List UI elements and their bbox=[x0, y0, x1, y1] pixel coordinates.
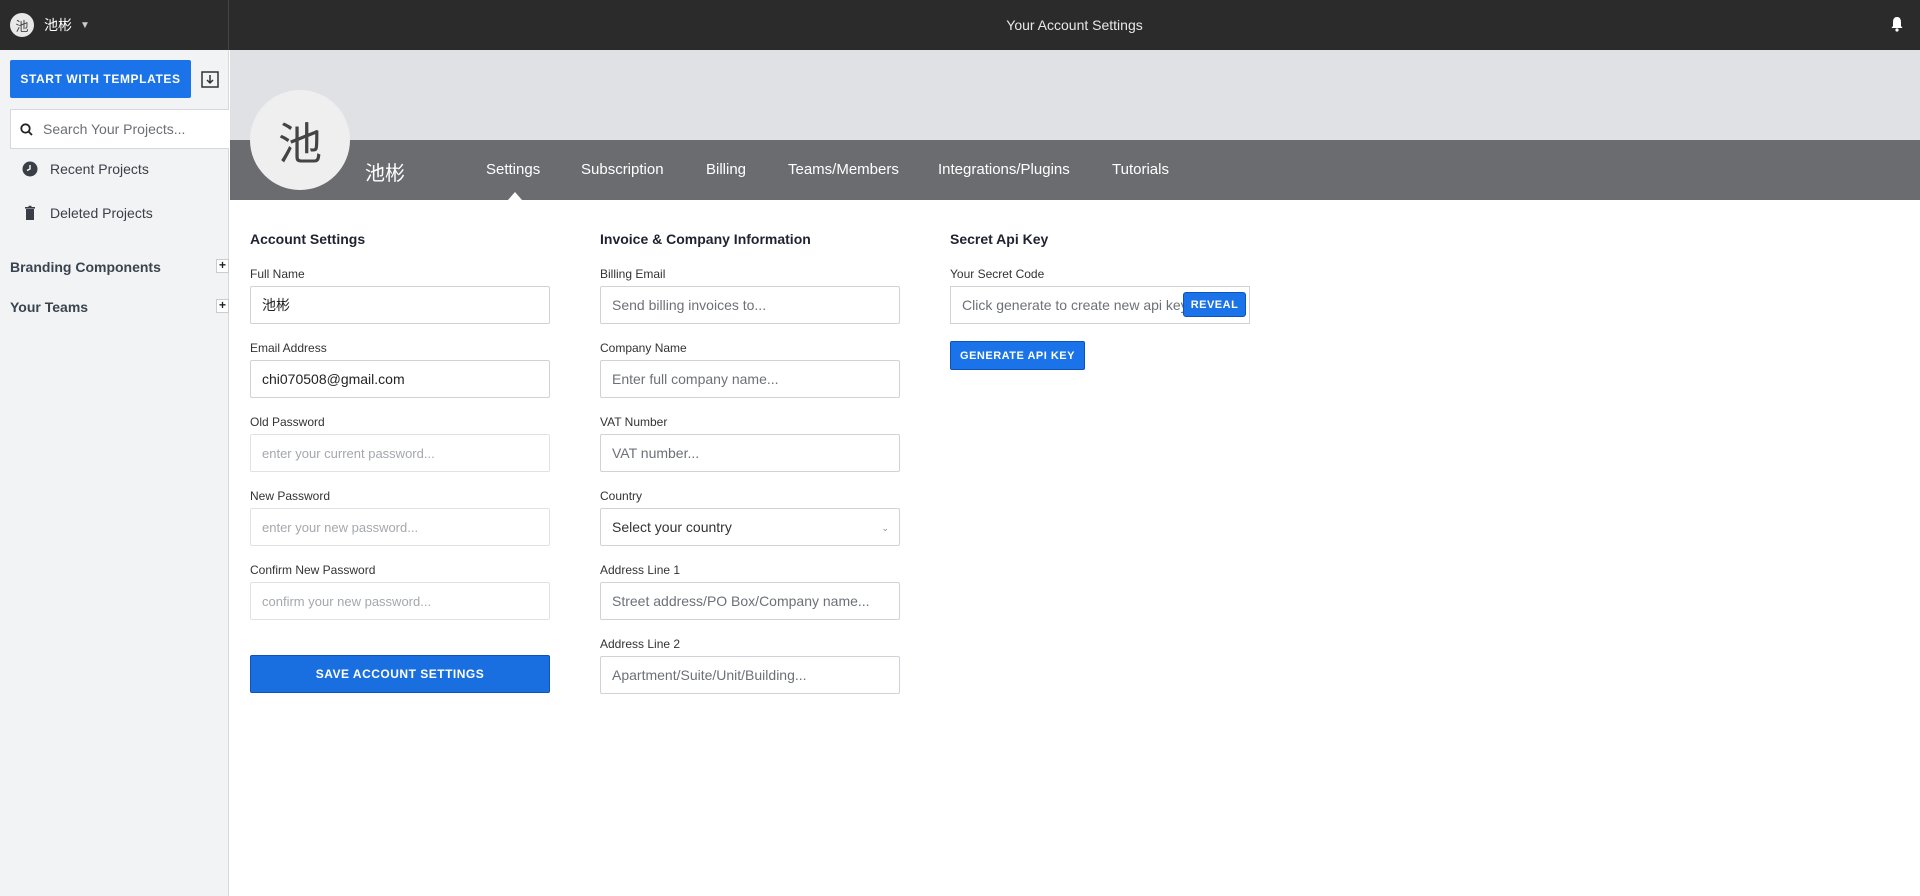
avatar[interactable]: 池 bbox=[10, 13, 34, 37]
trash-icon bbox=[25, 205, 35, 220]
profile-banner bbox=[230, 50, 1920, 140]
sidebar-item-label: Recent Projects bbox=[50, 161, 149, 177]
generate-api-key-button[interactable]: GENERATE API KEY bbox=[950, 341, 1085, 370]
full-name-label: Full Name bbox=[250, 267, 305, 281]
country-select-value: Select your country bbox=[612, 519, 732, 535]
add-team-button[interactable]: + bbox=[216, 299, 229, 313]
search-icon bbox=[20, 122, 33, 136]
page-title: Your Account Settings bbox=[1006, 17, 1143, 33]
sidebar-item-deleted-projects[interactable]: Deleted Projects bbox=[22, 205, 153, 221]
country-label: Country bbox=[600, 489, 643, 503]
confirm-password-label: Confirm New Password bbox=[250, 563, 376, 577]
new-password-field[interactable]: enter your new password... bbox=[250, 508, 550, 546]
billing-email-label: Billing Email bbox=[600, 267, 666, 281]
billing-email-field[interactable]: Send billing invoices to... bbox=[600, 286, 900, 324]
search-box[interactable] bbox=[10, 109, 229, 149]
email-field[interactable]: chi070508@gmail.com bbox=[250, 360, 550, 398]
old-password-label: Old Password bbox=[250, 415, 325, 429]
your-teams-heading[interactable]: Your Teams bbox=[10, 299, 88, 315]
sidebar: START WITH TEMPLATES Recent Projects Del… bbox=[0, 50, 229, 896]
country-select[interactable]: Select your country ⌄ bbox=[600, 508, 900, 546]
reveal-button[interactable]: REVEAL bbox=[1183, 292, 1246, 317]
confirm-password-field[interactable]: confirm your new password... bbox=[250, 582, 550, 620]
company-name-label: Company Name bbox=[600, 341, 687, 355]
tab-teams-members[interactable]: Teams/Members bbox=[788, 161, 899, 178]
address-line-1-field[interactable]: Street address/PO Box/Company name... bbox=[600, 582, 900, 620]
user-name[interactable]: 池彬 bbox=[44, 15, 72, 35]
sidebar-item-label: Deleted Projects bbox=[50, 205, 153, 221]
company-name-field[interactable]: Enter full company name... bbox=[600, 360, 900, 398]
secret-api-key-heading: Secret Api Key bbox=[950, 231, 1049, 247]
address-line-2-label: Address Line 2 bbox=[600, 637, 681, 651]
profile-avatar[interactable]: 池 bbox=[250, 90, 350, 190]
vat-number-field[interactable]: VAT number... bbox=[600, 434, 900, 472]
profile-name: 池彬 bbox=[365, 163, 405, 185]
address-line-2-field[interactable]: Apartment/Suite/Unit/Building... bbox=[600, 656, 900, 694]
email-label: Email Address bbox=[250, 341, 327, 355]
vat-number-label: VAT Number bbox=[600, 415, 668, 429]
full-name-field[interactable]: 池彬 bbox=[250, 286, 550, 324]
active-tab-indicator bbox=[508, 192, 522, 200]
new-password-label: New Password bbox=[250, 489, 331, 503]
search-input[interactable] bbox=[43, 121, 213, 137]
tab-tutorials[interactable]: Tutorials bbox=[1112, 161, 1169, 178]
branding-components-heading[interactable]: Branding Components bbox=[10, 259, 161, 275]
start-with-templates-button[interactable]: START WITH TEMPLATES bbox=[10, 60, 191, 98]
old-password-field[interactable]: enter your current password... bbox=[250, 434, 550, 472]
secret-code-label: Your Secret Code bbox=[950, 267, 1045, 281]
invoice-heading: Invoice & Company Information bbox=[600, 231, 811, 247]
tab-settings[interactable]: Settings bbox=[486, 161, 540, 178]
save-account-settings-button[interactable]: SAVE ACCOUNT SETTINGS bbox=[250, 655, 550, 693]
account-settings-heading: Account Settings bbox=[250, 231, 366, 247]
address-line-1-label: Address Line 1 bbox=[600, 563, 681, 577]
tab-bar bbox=[230, 140, 1920, 200]
chevron-down-icon[interactable]: ▼ bbox=[80, 20, 90, 31]
top-bar: 池 池彬 ▼ Your Account Settings bbox=[0, 0, 1920, 50]
user-menu[interactable]: 池 池彬 ▼ bbox=[0, 0, 229, 50]
chevron-down-icon: ⌄ bbox=[881, 523, 889, 533]
import-icon[interactable] bbox=[200, 69, 220, 89]
tab-integrations-plugins[interactable]: Integrations/Plugins bbox=[938, 161, 1070, 178]
tab-subscription[interactable]: Subscription bbox=[581, 161, 664, 178]
bell-icon[interactable] bbox=[1890, 16, 1904, 32]
add-branding-component-button[interactable]: + bbox=[216, 259, 229, 273]
sidebar-item-recent-projects[interactable]: Recent Projects bbox=[22, 161, 149, 177]
clock-icon bbox=[22, 161, 38, 177]
tab-billing[interactable]: Billing bbox=[706, 161, 746, 178]
